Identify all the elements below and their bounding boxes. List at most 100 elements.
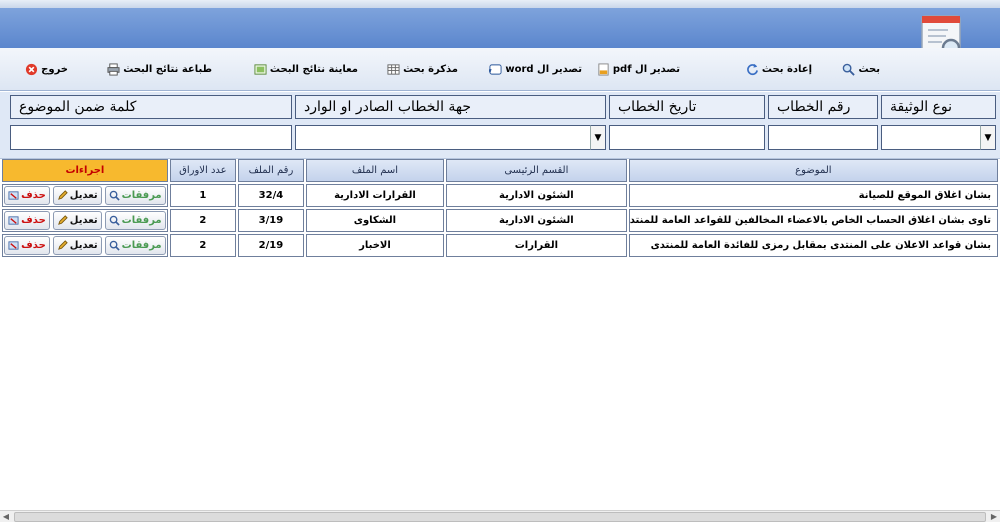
file-number-cell: 2/19 — [237, 234, 304, 257]
preview-results-button[interactable]: معاينة نتائج البحث — [254, 60, 358, 78]
edit-button[interactable]: تعديل — [52, 211, 102, 230]
pencil-icon — [57, 215, 68, 225]
sender-receiver-select[interactable] — [295, 125, 606, 150]
edit-label: تعديل — [69, 215, 98, 226]
delete-button[interactable]: حذف — [4, 186, 50, 205]
horizontal-scrollbar[interactable]: ◀ ▶ — [0, 510, 1000, 522]
search-panel: نوع الوثيقة رقم الخطاب تاريخ الخطاب جهة … — [0, 91, 1000, 159]
main-section-cell: الشئون الادارية — [446, 184, 627, 207]
export-pdf-label: تصدير ال pdf — [612, 63, 680, 75]
delete-button[interactable]: حذف — [4, 211, 50, 230]
delete-button[interactable]: حذف — [4, 236, 50, 255]
actions-cell: مرفقات تعديل حذف — [2, 234, 168, 257]
delete-label: حذف — [21, 215, 46, 226]
file-number-cell: 32/4 — [237, 184, 304, 207]
file-name-cell: القرارات الادارية — [305, 184, 444, 207]
subject-header: الموضوع — [628, 159, 998, 182]
reset-search-button[interactable]: إعادة بحث — [746, 60, 812, 78]
search-memo-button[interactable]: مذكرة بحث — [387, 60, 458, 78]
letter-number-input[interactable] — [768, 125, 878, 150]
app-header-bar — [0, 8, 1000, 48]
table-row: بشان قواعد الاعلان على المنتدى بمقابل رم… — [2, 234, 998, 257]
toolbar: بحث إعادة بحث تصدير ال pdf تصدير ال word… — [0, 48, 1000, 91]
magnifier-icon — [843, 63, 856, 76]
scroll-left-icon[interactable]: ◀ — [0, 511, 12, 522]
exit-label: خروج — [41, 63, 68, 75]
export-word-label: تصدير ال word — [505, 63, 582, 75]
doc-type-label: نوع الوثيقة — [881, 95, 996, 119]
actions-cell: مرفقات تعديل حذف — [2, 184, 168, 207]
delete-icon — [8, 191, 19, 200]
file-number-cell: 3/19 — [237, 209, 304, 232]
table-row: بشان اغلاق الموقع للصيانة الشئون الاداري… — [2, 184, 998, 207]
table-row: تاوى بشان اغلاق الحساب الخاص بالاعضاء ال… — [2, 209, 998, 232]
svg-text:w: w — [489, 66, 492, 74]
edit-label: تعديل — [69, 190, 98, 201]
scroll-right-icon[interactable]: ▶ — [988, 511, 1000, 522]
pages-count-cell: 1 — [169, 184, 236, 207]
attachments-label: مرفقات — [121, 240, 162, 251]
magnifier-icon — [109, 215, 120, 226]
actions-cell: مرفقات تعديل حذف — [2, 209, 168, 232]
file-name-cell: الاخبار — [305, 234, 444, 257]
attachments-label: مرفقات — [121, 215, 162, 226]
printer-icon — [107, 62, 120, 76]
edit-label: تعديل — [69, 240, 98, 251]
pencil-icon — [57, 190, 68, 200]
magnifier-icon — [109, 240, 120, 251]
delete-icon — [8, 216, 19, 225]
search-memo-label: مذكرة بحث — [403, 63, 458, 75]
print-results-button[interactable]: طباعة نتائج البحث — [107, 60, 212, 78]
print-results-label: طباعة نتائج البحث — [123, 63, 212, 75]
search-button[interactable]: بحث — [842, 60, 880, 78]
attachments-button[interactable]: مرفقات — [104, 236, 166, 255]
delete-label: حذف — [21, 240, 46, 251]
word-icon: w — [489, 63, 502, 75]
pages-count-header: عدد الاوراق — [169, 159, 236, 182]
letter-date-input[interactable] — [609, 125, 765, 150]
edit-button[interactable]: تعديل — [52, 186, 102, 205]
results-table: الموضوع القسم الرئيسى اسم الملف رقم المل… — [0, 157, 1000, 259]
pdf-icon — [598, 62, 609, 76]
refresh-icon — [747, 63, 758, 75]
main-section-cell: القرارات — [446, 234, 627, 257]
delete-label: حذف — [21, 190, 46, 201]
pencil-icon — [57, 240, 68, 250]
subject-cell: تاوى بشان اغلاق الحساب الخاص بالاعضاء ال… — [628, 209, 998, 232]
chevron-down-icon[interactable]: ▼ — [590, 125, 606, 150]
attachments-label: مرفقات — [121, 190, 162, 201]
file-name-header: اسم الملف — [305, 159, 444, 182]
pages-count-cell: 2 — [169, 209, 236, 232]
main-section-header: القسم الرئيسى — [446, 159, 627, 182]
reset-search-label: إعادة بحث — [761, 63, 812, 75]
window-top-strip — [0, 0, 1000, 8]
attachments-button[interactable]: مرفقات — [104, 211, 166, 230]
chevron-down-icon[interactable]: ▼ — [980, 125, 996, 150]
export-pdf-button[interactable]: تصدير ال pdf — [597, 60, 680, 78]
grid-icon — [387, 63, 400, 75]
exit-button[interactable]: خروج — [25, 60, 68, 78]
edit-button[interactable]: تعديل — [52, 236, 102, 255]
table-header-row: الموضوع القسم الرئيسى اسم الملف رقم المل… — [2, 159, 998, 182]
file-number-header: رقم الملف — [237, 159, 304, 182]
actions-header: اجراءات — [2, 159, 168, 182]
keyword-input[interactable] — [10, 125, 292, 150]
close-icon — [26, 63, 38, 75]
magnifier-icon — [109, 190, 120, 201]
preview-icon — [254, 63, 267, 75]
delete-icon — [8, 241, 19, 250]
subject-cell: بشان قواعد الاعلان على المنتدى بمقابل رم… — [628, 234, 998, 257]
letter-date-label: تاريخ الخطاب — [609, 95, 765, 119]
sender-receiver-label: جهة الخطاب الصادر او الوارد — [295, 95, 606, 119]
attachments-button[interactable]: مرفقات — [104, 186, 166, 205]
file-name-cell: الشكاوى — [305, 209, 444, 232]
preview-results-label: معاينة نتائج البحث — [269, 63, 358, 75]
subject-cell: بشان اغلاق الموقع للصيانة — [628, 184, 998, 207]
doc-type-select[interactable] — [881, 125, 996, 150]
search-label: بحث — [858, 63, 880, 75]
pages-count-cell: 2 — [169, 234, 236, 257]
letter-number-label: رقم الخطاب — [768, 95, 878, 119]
main-section-cell: الشئون الادارية — [446, 209, 627, 232]
export-word-button[interactable]: تصدير ال word w — [489, 60, 582, 78]
keyword-label: كلمة ضمن الموضوع — [10, 95, 292, 119]
